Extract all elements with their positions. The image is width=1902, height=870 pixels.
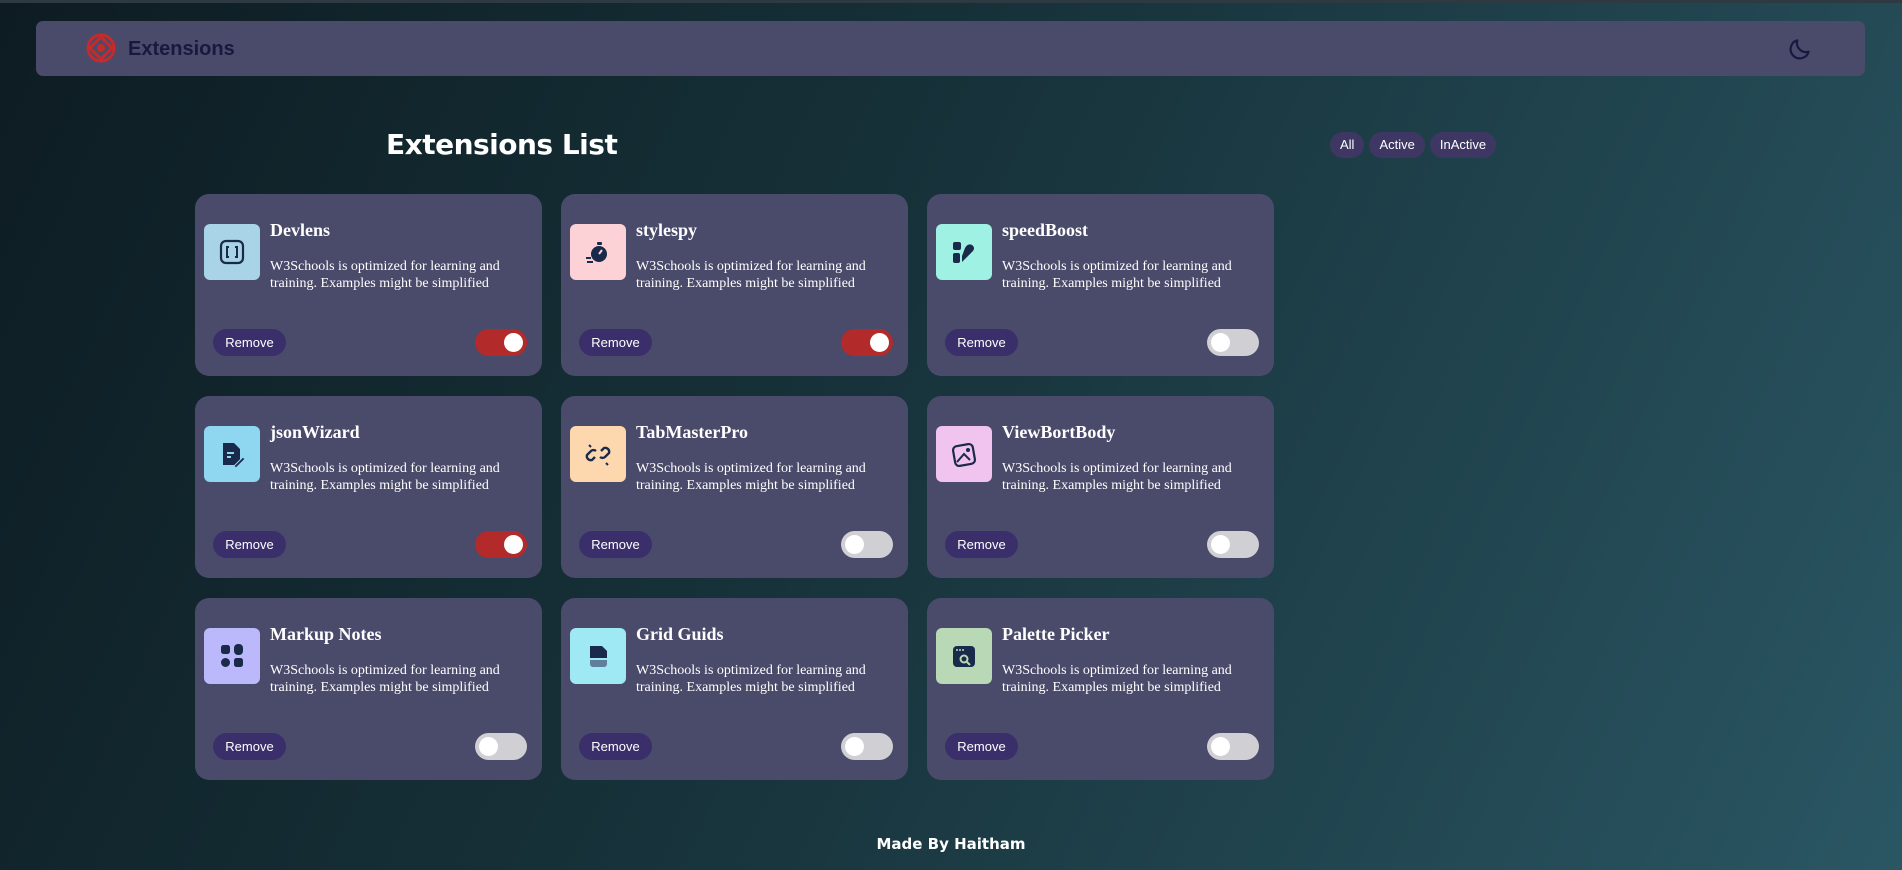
extension-card: Markup Notes W3Schools is optimized for … xyxy=(195,598,542,780)
toggle-knob xyxy=(845,535,864,554)
extension-icon-tile xyxy=(936,628,992,684)
extension-name: Devlens xyxy=(270,220,330,240)
extension-name: speedBoost xyxy=(1002,220,1089,240)
extension-name: Palette Picker xyxy=(1002,624,1110,644)
toggle-knob xyxy=(504,535,523,554)
filter-active-button[interactable]: Active xyxy=(1369,132,1425,158)
extension-icon-tile xyxy=(204,224,260,280)
rocket-icon xyxy=(953,242,974,263)
remove-button[interactable]: Remove xyxy=(945,531,1018,558)
extension-description: W3Schools is optimized for learning and … xyxy=(270,259,500,291)
extension-description: W3Schools is optimized for learning and … xyxy=(636,461,866,493)
toggle-knob xyxy=(1211,333,1230,352)
remove-button[interactable]: Remove xyxy=(213,329,286,356)
extension-toggle[interactable] xyxy=(841,531,893,558)
extension-description: W3Schools is optimized for learning and … xyxy=(1002,461,1232,493)
toggle-knob xyxy=(1211,535,1230,554)
extension-toggle[interactable] xyxy=(1207,531,1259,558)
extension-card: Palette Picker W3Schools is optimized fo… xyxy=(927,598,1274,780)
extension-description: W3Schools is optimized for learning and … xyxy=(270,461,500,493)
page-title: Extensions List xyxy=(386,128,618,161)
toggle-knob xyxy=(870,333,889,352)
toggle-knob xyxy=(504,333,523,352)
link-icon xyxy=(585,444,611,466)
extension-name: TabMasterPro xyxy=(636,422,748,442)
extension-card: TabMasterPro W3Schools is optimized for … xyxy=(561,396,908,578)
extension-toggle[interactable] xyxy=(475,329,527,356)
remove-button[interactable]: Remove xyxy=(213,531,286,558)
extension-name: jsonWizard xyxy=(270,422,360,442)
extension-toggle[interactable] xyxy=(1207,329,1259,356)
top-nav-bar: Extensions xyxy=(36,21,1865,76)
extension-card: ViewBortBody W3Schools is optimized for … xyxy=(927,396,1274,578)
toggle-knob xyxy=(479,737,498,756)
extension-name: Markup Notes xyxy=(270,624,382,644)
extension-icon-tile xyxy=(936,426,992,482)
extension-description: W3Schools is optimized for learning and … xyxy=(270,663,500,695)
remove-button[interactable]: Remove xyxy=(945,733,1018,760)
extension-icon-tile xyxy=(570,224,626,280)
remove-button[interactable]: Remove xyxy=(579,329,652,356)
extension-card: speedBoost W3Schools is optimized for le… xyxy=(927,194,1274,376)
extension-card: Devlens W3Schools is optimized for learn… xyxy=(195,194,542,376)
extension-description: W3Schools is optimized for learning and … xyxy=(636,259,866,291)
extension-icon-tile xyxy=(204,426,260,482)
extension-toggle[interactable] xyxy=(475,733,527,760)
brackets-icon xyxy=(219,239,245,265)
grid-dots-icon xyxy=(221,644,243,667)
logo-icon xyxy=(86,33,116,63)
extension-card: stylespy W3Schools is optimized for lear… xyxy=(561,194,908,376)
filter-group: All Active InActive xyxy=(1330,132,1497,158)
file-edit-icon xyxy=(223,443,246,468)
extension-card: jsonWizard W3Schools is optimized for le… xyxy=(195,396,542,578)
extension-icon-tile xyxy=(204,628,260,684)
extension-card: Grid Guids W3Schools is optimized for le… xyxy=(561,598,908,780)
browser-search-icon xyxy=(953,646,975,667)
toggle-knob xyxy=(845,737,864,756)
remove-button[interactable]: Remove xyxy=(945,329,1018,356)
extension-name: ViewBortBody xyxy=(1002,422,1116,442)
document-icon xyxy=(590,646,607,667)
toggle-knob xyxy=(1211,737,1230,756)
filter-all-button[interactable]: All xyxy=(1330,132,1365,158)
extension-description: W3Schools is optimized for learning and … xyxy=(636,663,866,695)
extension-icon-tile xyxy=(936,224,992,280)
window-top-border xyxy=(0,0,1902,3)
extension-icon-tile xyxy=(570,426,626,482)
extension-toggle[interactable] xyxy=(841,329,893,356)
extension-toggle[interactable] xyxy=(1207,733,1259,760)
app-title: Extensions xyxy=(128,38,235,60)
image-frame-icon xyxy=(951,442,977,468)
footer-credit: Made By Haitham xyxy=(876,835,1026,853)
remove-button[interactable]: Remove xyxy=(579,733,652,760)
extension-icon-tile xyxy=(570,628,626,684)
stopwatch-icon xyxy=(586,242,607,263)
extension-toggle[interactable] xyxy=(841,733,893,760)
extension-description: W3Schools is optimized for learning and … xyxy=(1002,663,1232,695)
extension-name: stylespy xyxy=(636,220,698,240)
extension-description: W3Schools is optimized for learning and … xyxy=(1002,259,1232,291)
extension-toggle[interactable] xyxy=(475,531,527,558)
remove-button[interactable]: Remove xyxy=(213,733,286,760)
filter-inactive-button[interactable]: InActive xyxy=(1429,132,1497,158)
extension-name: Grid Guids xyxy=(636,624,724,644)
moon-icon[interactable] xyxy=(1787,36,1813,62)
remove-button[interactable]: Remove xyxy=(579,531,652,558)
